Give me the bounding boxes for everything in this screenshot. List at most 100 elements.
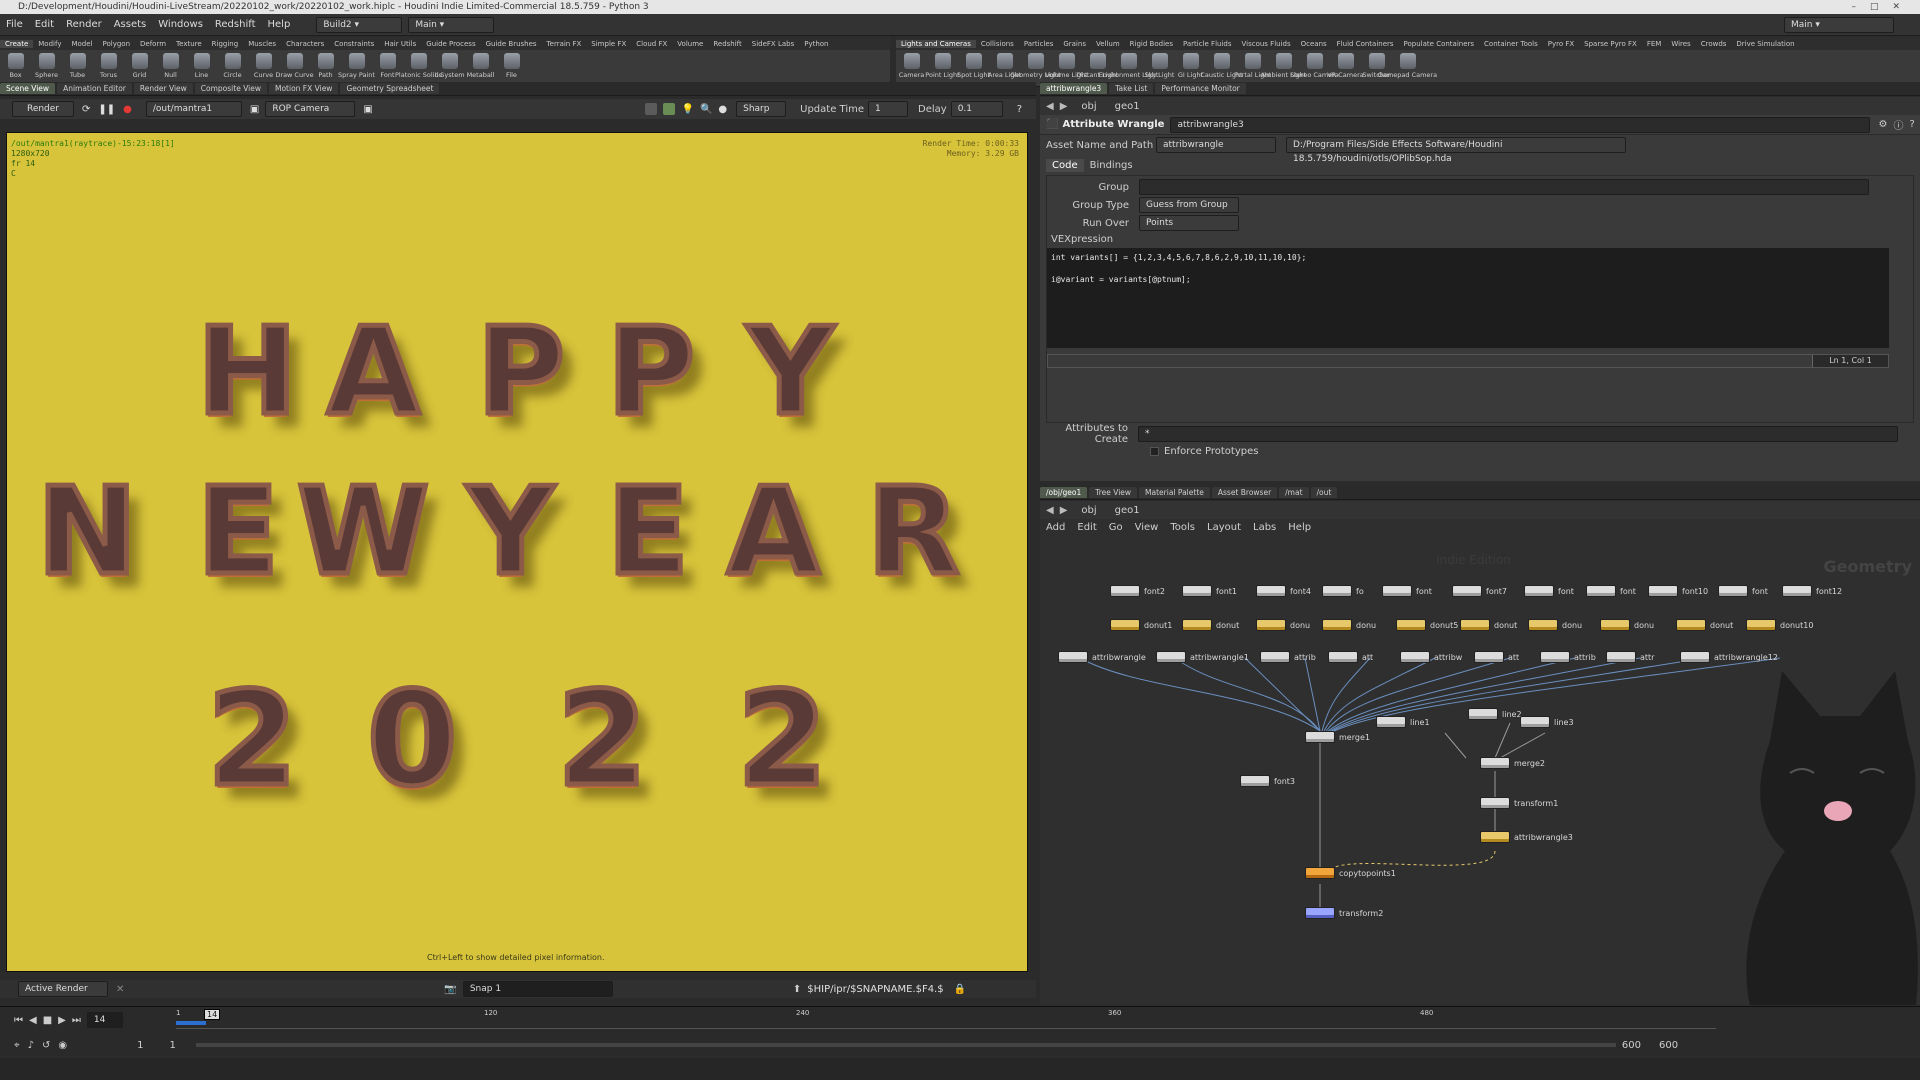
- help-icon[interactable]: ?: [1017, 104, 1022, 115]
- node-tile[interactable]: [1524, 585, 1554, 597]
- node-tile[interactable]: [1520, 716, 1550, 728]
- shelf-tab-texture[interactable]: Texture: [171, 40, 207, 48]
- render-button[interactable]: Render: [12, 101, 74, 117]
- node-tile[interactable]: [1452, 585, 1482, 597]
- run-over-dropdown[interactable]: Points: [1139, 215, 1239, 231]
- tool-grid[interactable]: Grid: [124, 50, 155, 79]
- node-name-field[interactable]: attribwrangle3: [1170, 116, 1871, 133]
- node-aw4[interactable]: attribw: [1400, 651, 1462, 663]
- node-tile[interactable]: [1156, 651, 1186, 663]
- menu-assets[interactable]: Assets: [108, 19, 153, 30]
- right-context-dropdown[interactable]: Main ▾: [1784, 16, 1894, 33]
- zoom-icon[interactable]: 🔍: [700, 104, 712, 115]
- node-tile[interactable]: [1676, 619, 1706, 631]
- stop-playback-icon[interactable]: ■: [43, 1015, 52, 1026]
- node-tile[interactable]: [1480, 831, 1510, 843]
- shelf-tab-sparse-pyro-fx[interactable]: Sparse Pyro FX: [1579, 40, 1642, 48]
- node-font7[interactable]: font7: [1452, 585, 1507, 597]
- audio-icon[interactable]: ♪: [28, 1040, 34, 1051]
- tab-composite-view[interactable]: Composite View: [194, 83, 267, 94]
- tool-file[interactable]: File: [496, 50, 527, 79]
- node-font1[interactable]: font1: [1182, 585, 1237, 597]
- node-tile[interactable]: [1256, 619, 1286, 631]
- enforce-checkbox[interactable]: [1150, 446, 1159, 456]
- sphere-icon[interactable]: ●: [718, 104, 727, 115]
- asset-name-dropdown[interactable]: attribwrangle: [1156, 137, 1276, 153]
- jump-start-icon[interactable]: ⏮: [14, 1015, 23, 1026]
- node-tile[interactable]: [1528, 619, 1558, 631]
- node-line2[interactable]: line2: [1468, 708, 1522, 720]
- node-aw6[interactable]: attrib: [1540, 651, 1596, 663]
- node-tile[interactable]: [1328, 651, 1358, 663]
- tab-geometry-spreadsheet[interactable]: Geometry Spreadsheet: [340, 83, 440, 94]
- shelf-tab-python[interactable]: Python: [799, 40, 833, 48]
- tab-bindings[interactable]: Bindings: [1084, 159, 1139, 172]
- tool-null[interactable]: Null: [155, 50, 186, 79]
- node-tile[interactable]: [1182, 585, 1212, 597]
- lock-icon[interactable]: 🔒: [954, 984, 966, 995]
- asset-path-dropdown[interactable]: D:/Program Files/Side Effects Software/H…: [1286, 137, 1626, 164]
- network-pane[interactable]: ◀ ▶ obj geo1 Add Edit Go View Tools Layout Lab…: [1040, 501, 1920, 1005]
- node-tile[interactable]: [1480, 757, 1510, 769]
- shelf-tab-pyro-fx[interactable]: Pyro FX: [1543, 40, 1579, 48]
- menu-render[interactable]: Render: [60, 19, 108, 30]
- path-obj[interactable]: obj: [1081, 101, 1096, 112]
- render-viewport[interactable]: /out/mantra1(raytrace)-15:23:18[1] 1280x…: [6, 132, 1028, 972]
- shelf-tab-oceans[interactable]: Oceans: [1296, 40, 1332, 48]
- group-field[interactable]: [1139, 179, 1869, 195]
- close-snapshot-icon[interactable]: ✕: [116, 984, 124, 995]
- node-aw[interactable]: attribwrangle: [1058, 651, 1146, 663]
- tool-line[interactable]: Line: [186, 50, 217, 79]
- node-tile[interactable]: [1586, 585, 1616, 597]
- shelf-tab-rigging[interactable]: Rigging: [207, 40, 244, 48]
- tool-circle[interactable]: Circle: [217, 50, 248, 79]
- tool-caustic-light[interactable]: Caustic Light: [1200, 50, 1243, 79]
- current-frame-field[interactable]: 14: [86, 1012, 123, 1028]
- tool-l-system[interactable]: L-System: [434, 50, 465, 79]
- node-aw2[interactable]: attrib: [1260, 651, 1316, 663]
- vex-code-editor[interactable]: int variants[] = {1,2,3,4,5,6,7,8,6,2,9,…: [1047, 248, 1889, 348]
- shelf-tab-cloud-fx[interactable]: Cloud FX: [631, 40, 672, 48]
- node-tile[interactable]: [1600, 619, 1630, 631]
- shelf-tab-constraints[interactable]: Constraints: [329, 40, 379, 48]
- desktop-dropdown[interactable]: Build2 ▾: [316, 16, 403, 33]
- node-tile[interactable]: [1376, 716, 1406, 728]
- node-tile[interactable]: [1305, 907, 1335, 919]
- node-transform1[interactable]: transform1: [1480, 797, 1558, 809]
- output-icon[interactable]: ⬆: [793, 984, 801, 995]
- play-icon[interactable]: ▶: [58, 1015, 66, 1026]
- delay-field[interactable]: 0.1: [950, 101, 1003, 117]
- node-merge1[interactable]: merge1: [1305, 731, 1370, 743]
- shelf-tab-polygon[interactable]: Polygon: [98, 40, 136, 48]
- node-font12[interactable]: font12: [1782, 585, 1842, 597]
- tab-render-view[interactable]: Render View: [133, 83, 193, 94]
- node-font5[interactable]: fo: [1322, 585, 1364, 597]
- node-font3[interactable]: font3: [1240, 775, 1295, 787]
- shelf-tab-populate-containers[interactable]: Populate Containers: [1399, 40, 1480, 48]
- tab-tree-view[interactable]: Tree View: [1089, 487, 1138, 498]
- shelf-tab-redshift[interactable]: Redshift: [708, 40, 746, 48]
- tab-take-list[interactable]: Take List: [1109, 83, 1154, 94]
- node-line3[interactable]: line3: [1520, 716, 1574, 728]
- node-donut9[interactable]: donut: [1676, 619, 1733, 631]
- shelf-tab-lights-and-cameras[interactable]: Lights and Cameras: [896, 39, 976, 48]
- node-tile[interactable]: [1110, 585, 1140, 597]
- node-font11[interactable]: font: [1718, 585, 1768, 597]
- back-icon[interactable]: ◀: [1046, 101, 1054, 112]
- node-tile[interactable]: [1606, 651, 1636, 663]
- node-donut10[interactable]: donut10: [1746, 619, 1813, 631]
- node-aw7[interactable]: attr: [1606, 651, 1654, 663]
- forward-icon[interactable]: ▶: [1060, 101, 1068, 112]
- node-font10[interactable]: font10: [1648, 585, 1708, 597]
- node-donut4[interactable]: donu: [1322, 619, 1376, 631]
- range-end[interactable]: 600: [1622, 1040, 1641, 1051]
- node-aw1[interactable]: attribwrangle1: [1156, 651, 1249, 663]
- window-controls[interactable]: –□✕: [1851, 0, 1914, 14]
- shelf-tab-characters[interactable]: Characters: [281, 40, 329, 48]
- node-tile[interactable]: [1460, 619, 1490, 631]
- tab-code[interactable]: Code: [1046, 158, 1084, 172]
- node-tile[interactable]: [1396, 619, 1426, 631]
- refresh-icon[interactable]: ⟳: [82, 104, 90, 115]
- shelf-tab-guide-process[interactable]: Guide Process: [421, 40, 480, 48]
- shelf-tab-simple-fx[interactable]: Simple FX: [586, 40, 631, 48]
